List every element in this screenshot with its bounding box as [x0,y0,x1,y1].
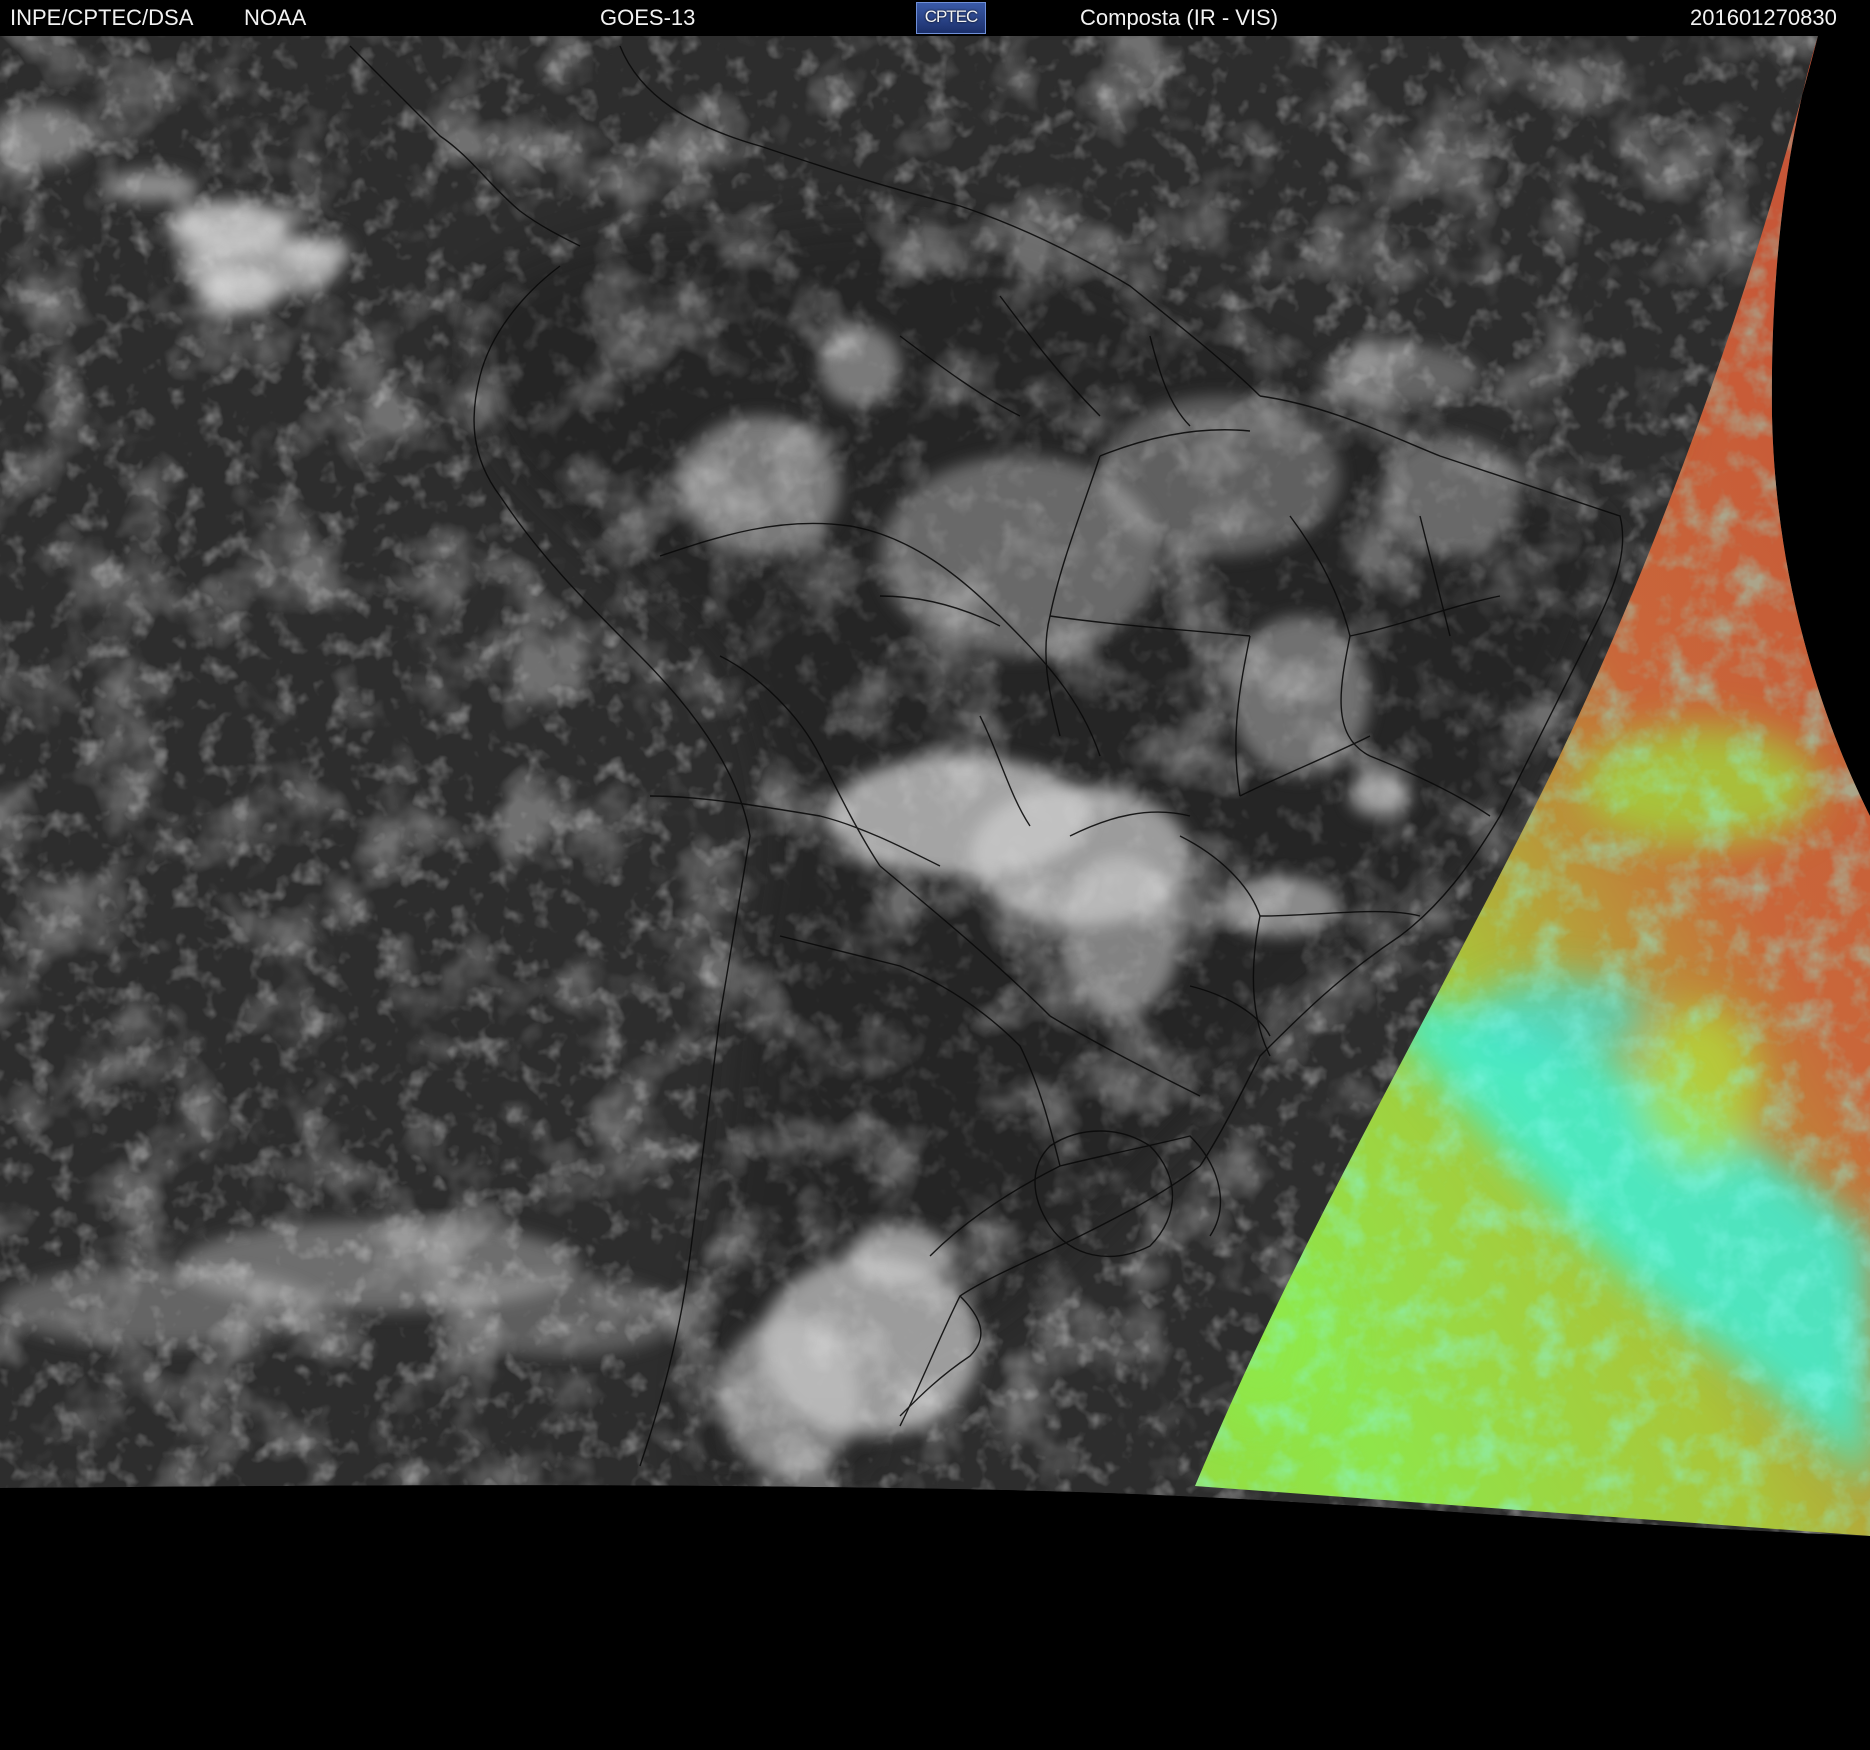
space-background [0,1485,1870,1750]
satellite-map [0,36,1870,1750]
satellite-image [0,36,1870,1750]
product-label: Composta (IR - VIS) [1080,5,1279,30]
satellite-label: GOES-13 [600,5,696,30]
partner-label: NOAA [244,5,307,30]
cptec-logo: CPTEC [916,2,986,34]
agency-label: INPE/CPTEC/DSA [10,5,194,30]
image-header: INPE/CPTEC/DSA NOAA GOES-13 CPTEC Compos… [0,0,1870,36]
timestamp-label: 201601270830 [1690,5,1837,30]
